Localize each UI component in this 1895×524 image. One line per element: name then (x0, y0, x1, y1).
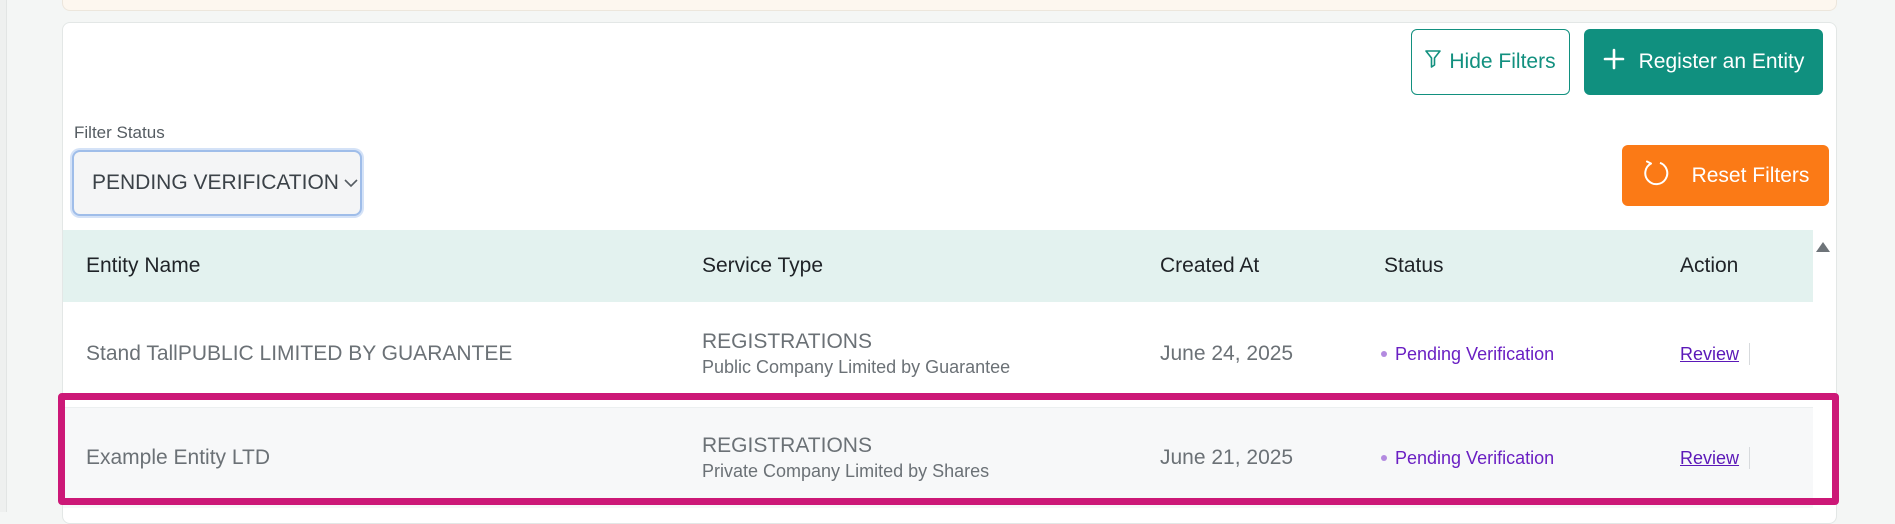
column-header-created-at[interactable]: Created At (1160, 230, 1259, 302)
service-subtype: Public Company Limited by Guarantee (702, 357, 1011, 377)
column-header-service-type[interactable]: Service Type (702, 230, 823, 302)
action-divider (1749, 343, 1750, 365)
status-badge: Pending Verification (1381, 344, 1554, 365)
created-at: June 21, 2025 (1160, 446, 1294, 469)
left-border (0, 0, 7, 512)
service-subtype: Private Company Limited by Shares (702, 461, 990, 481)
reset-filters-label: Reset Filters (1691, 163, 1810, 187)
reset-filters-button[interactable]: Reset Filters (1622, 145, 1829, 206)
status-text: Pending Verification (1395, 447, 1555, 468)
created-at: June 24, 2025 (1160, 342, 1294, 365)
action-divider (1749, 447, 1750, 469)
service-type: REGISTRATIONS (702, 434, 872, 457)
filter-status-label: Filter Status (74, 123, 165, 142)
column-header-entity-name[interactable]: Entity Name (86, 230, 200, 302)
filter-status-value: PENDING VERIFICATION (92, 171, 339, 194)
review-link[interactable]: Review (1680, 448, 1739, 469)
status-dot-icon (1381, 351, 1387, 357)
register-entity-button[interactable]: Register an Entity (1584, 29, 1823, 95)
filter-icon (1425, 50, 1442, 74)
review-link[interactable]: Review (1680, 344, 1739, 365)
status-badge: Pending Verification (1381, 448, 1554, 469)
chevron-down-icon (343, 171, 359, 195)
column-header-status[interactable]: Status (1384, 230, 1444, 302)
scroll-up-arrow-icon[interactable] (1816, 242, 1830, 252)
register-entity-label: Register an Entity (1638, 50, 1805, 73)
column-header-action: Action (1680, 254, 1739, 277)
plus-icon (1603, 48, 1625, 76)
hide-filters-button[interactable]: Hide Filters (1411, 29, 1570, 95)
filter-status-select[interactable]: PENDING VERIFICATION (72, 150, 362, 216)
status-text: Pending Verification (1395, 343, 1555, 364)
top-banner (62, 0, 1837, 11)
table-row: Stand TallPUBLIC LIMITED BY GUARANTEE RE… (63, 304, 1813, 404)
refresh-icon (1642, 159, 1670, 193)
hide-filters-label: Hide Filters (1449, 50, 1556, 73)
table-header: Entity Name Service Type Created At Stat… (63, 230, 1813, 302)
service-type: REGISTRATIONS (702, 330, 872, 353)
entity-name: Stand TallPUBLIC LIMITED BY GUARANTEE (86, 342, 513, 365)
entity-name: Example Entity LTD (86, 446, 271, 469)
table-row: Example Entity LTD REGISTRATIONS Private… (63, 407, 1813, 508)
status-dot-icon (1381, 455, 1387, 461)
